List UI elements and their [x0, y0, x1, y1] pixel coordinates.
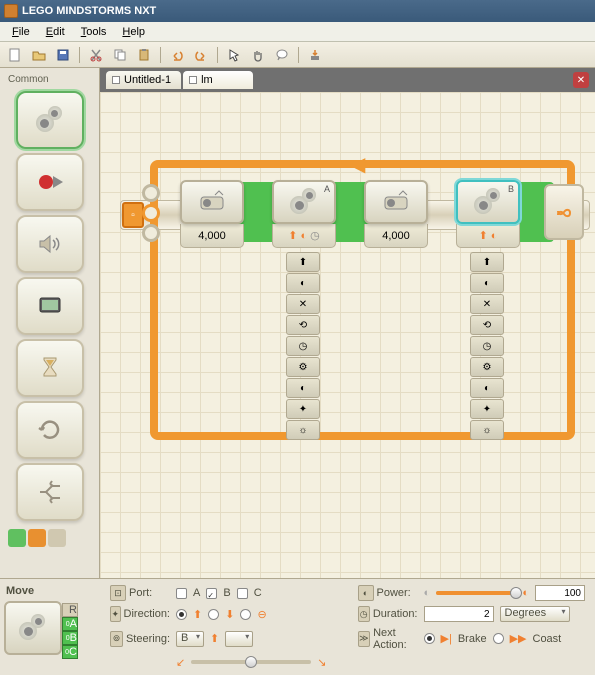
config-steering-row: ⊚Steering: B ⬆ — [110, 627, 338, 652]
port-a-check[interactable] — [176, 588, 187, 599]
steering-slider[interactable] — [191, 660, 311, 664]
beam-connector — [142, 184, 160, 242]
duration-unit-select[interactable]: Degrees — [500, 606, 570, 622]
power-slider[interactable] — [436, 591, 516, 595]
motor-icon — [197, 189, 227, 215]
toolbar — [0, 42, 595, 68]
duration-input[interactable] — [424, 606, 494, 622]
menu-help[interactable]: Help — [114, 24, 153, 40]
move-block-a[interactable]: A ⬆◐◷ — [272, 180, 336, 248]
port-icon: ⊡ — [110, 585, 126, 601]
steering-icon: ⊚ — [110, 631, 123, 647]
motor-block-1[interactable]: 4,000 — [180, 180, 244, 248]
power-icon: ◐ — [358, 585, 374, 601]
paste-button[interactable] — [133, 45, 155, 65]
palette-wait[interactable] — [16, 339, 84, 397]
redo-button[interactable] — [190, 45, 212, 65]
block-value: 4,000 — [382, 230, 410, 242]
menu-edit[interactable]: Edit — [38, 24, 73, 40]
move-block-b[interactable]: B ⬆◐ — [456, 180, 520, 248]
port-b-check[interactable] — [206, 588, 217, 599]
config-steering-slider-row: ↙ ↘ — [110, 655, 338, 669]
config-thumbnail: R 0A 0B 0C — [4, 601, 62, 655]
palette-display[interactable] — [16, 277, 84, 335]
pointer-tool[interactable] — [223, 45, 245, 65]
data-hub-a[interactable]: ⬆◐✕ ⟲◷⚙ ◐✦☼ — [286, 252, 320, 441]
dir-stop-radio[interactable] — [240, 609, 251, 620]
motor-icon — [381, 189, 411, 215]
config-port-row: ⊡Port: A B C — [110, 585, 338, 602]
coast-radio[interactable] — [493, 633, 504, 644]
menu-file[interactable]: File — [4, 24, 38, 40]
thumb-port-r: R — [62, 603, 78, 617]
dir-rev-radio[interactable] — [208, 609, 219, 620]
palette-record-play[interactable] — [16, 153, 84, 211]
menubar: File Edit Tools Help — [0, 22, 595, 42]
dir-fwd-radio[interactable] — [176, 609, 187, 620]
palette-sound[interactable] — [16, 215, 84, 273]
palette-label: Common — [4, 72, 95, 87]
palette-tab-custom[interactable] — [48, 529, 66, 547]
config-next-row: ≫Next Action: ▶|Brake ▶▶Coast — [358, 627, 586, 652]
pan-tool[interactable] — [247, 45, 269, 65]
power-input[interactable] — [535, 585, 585, 601]
palette-move[interactable] — [16, 91, 84, 149]
palette-tab-common[interactable] — [8, 529, 26, 547]
file-tab-lm[interactable]: lm — [183, 71, 253, 89]
open-button[interactable] — [28, 45, 50, 65]
start-block[interactable]: ▫ — [122, 202, 144, 228]
port-badge: A — [324, 184, 330, 194]
thumb-port-b: 0B — [62, 631, 78, 645]
window-titlebar: LEGO MINDSTORMS NXT — [0, 0, 595, 22]
thumb-port-a: 0A — [62, 617, 78, 631]
motor-block-2[interactable]: 4,000 — [364, 180, 428, 248]
brake-radio[interactable] — [424, 633, 435, 644]
loop-end[interactable] — [544, 184, 584, 240]
loop-arrow-icon: ◀━ — [350, 152, 377, 177]
block-palette: Common — [0, 68, 100, 578]
next-action-icon: ≫ — [358, 631, 371, 647]
new-button[interactable] — [4, 45, 26, 65]
config-power-row: ◐Power: ◐ ◐ — [358, 585, 586, 602]
file-tab-untitled[interactable]: Untitled-1 — [106, 71, 181, 89]
thumb-port-c: 0C — [62, 645, 78, 659]
palette-switch[interactable] — [16, 463, 84, 521]
download-button[interactable] — [304, 45, 326, 65]
save-button[interactable] — [52, 45, 74, 65]
comment-tool[interactable] — [271, 45, 293, 65]
block-value: 4,000 — [198, 230, 226, 242]
copy-button[interactable] — [109, 45, 131, 65]
program-canvas[interactable]: ◀━ ▫ 4,000 A ⬆◐◷ ⬆◐✕ ⟲◷⚙ ◐✦☼ 4 — [100, 92, 595, 578]
palette-loop[interactable] — [16, 401, 84, 459]
infinity-icon — [551, 199, 577, 225]
palette-tab-complete[interactable] — [28, 529, 46, 547]
window-title: LEGO MINDSTORMS NXT — [22, 5, 156, 17]
config-duration-row: ◷Duration: Degrees — [358, 606, 586, 623]
app-icon — [4, 4, 18, 18]
steering-right-select[interactable] — [225, 631, 253, 647]
config-title: Move — [4, 583, 96, 599]
direction-icon: ✦ — [110, 606, 121, 622]
port-c-check[interactable] — [237, 588, 248, 599]
tabs-row: Untitled-1 lm ✕ — [100, 68, 595, 92]
undo-button[interactable] — [166, 45, 188, 65]
config-panel: Move R 0A 0B 0C ⊡Port: A B C ◐Power: ◐ ◐… — [0, 578, 595, 675]
close-tab-button[interactable]: ✕ — [573, 72, 589, 88]
data-hub-b[interactable]: ⬆◐✕ ⟲◷⚙ ◐✦☼ — [470, 252, 504, 441]
cut-button[interactable] — [85, 45, 107, 65]
port-badge: B — [508, 184, 514, 194]
duration-icon: ◷ — [358, 606, 370, 622]
steering-left-select[interactable]: B — [176, 631, 204, 647]
menu-tools[interactable]: Tools — [73, 24, 115, 40]
config-direction-row: ✦Direction: ⬆ ⬇ ⊖ — [110, 606, 338, 623]
